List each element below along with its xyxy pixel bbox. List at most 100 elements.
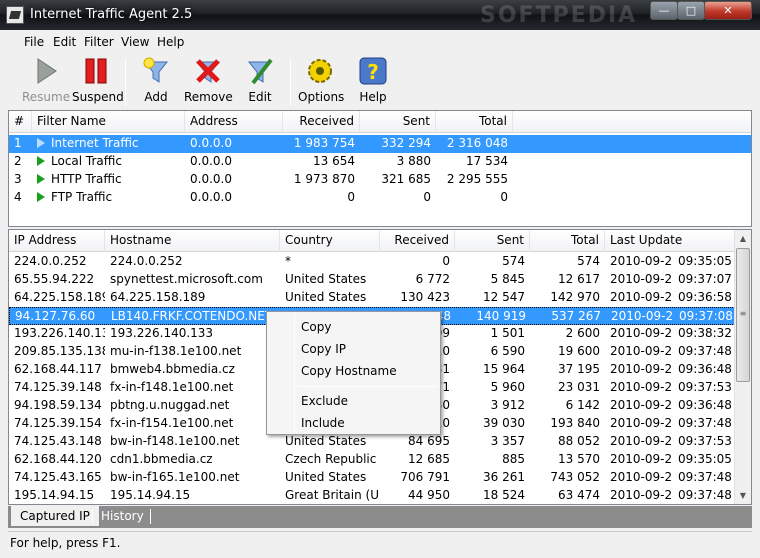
filter-row[interactable]: 2 Local Traffic 0.0.0.0 13 654 3 880 17 534 xyxy=(9,153,751,171)
maximize-button[interactable]: □ xyxy=(677,1,705,20)
ip-cell: LB140.FRKF.COTENDO.NET xyxy=(111,309,273,323)
ip-row[interactable]: 195.14.94.15 195.14.94.15 Great Britain (U… xyxy=(9,487,735,505)
funnel-remove-icon xyxy=(193,56,223,86)
col-address[interactable]: Address xyxy=(185,111,283,133)
ctx-include[interactable]: Include xyxy=(301,416,345,430)
ip-row[interactable]: 74.125.43.165 bw-in-f165.1e100.net United … xyxy=(9,469,735,487)
ip-cell: 209.85.135.138 xyxy=(14,344,105,358)
filter-cell: 2 xyxy=(14,154,22,168)
maximize-icon: □ xyxy=(685,4,697,17)
ip-cell: 36 261 xyxy=(483,470,525,484)
scroll-thumb[interactable]: ≡ xyxy=(736,248,750,382)
filter-cell: FTP Traffic xyxy=(51,190,113,204)
ip-cell: 5 960 xyxy=(490,380,525,394)
menu-view[interactable]: View xyxy=(121,35,149,49)
ip-cell: bmweb4.bbmedia.cz xyxy=(110,362,235,376)
suspend-label: Suspend xyxy=(72,90,124,104)
ip-row[interactable]: 74.125.43.148 bw-in-f148.1e100.net United … xyxy=(9,433,735,451)
filter-row[interactable]: 1 Internet Traffic 0.0.0.0 1 983 754 332 294… xyxy=(9,135,751,153)
menu-file[interactable]: File xyxy=(24,35,44,49)
menu-filter[interactable]: Filter xyxy=(84,35,114,49)
col-received[interactable]: Received xyxy=(380,230,455,252)
play-icon xyxy=(37,138,45,148)
ip-cell: 2010-09-21 xyxy=(610,470,673,484)
remove-label: Remove xyxy=(184,90,233,104)
ip-cell: 65.55.94.222 xyxy=(14,272,95,286)
filter-row[interactable]: 3 HTTP Traffic 0.0.0.0 1 973 870 321 685 2 29… xyxy=(9,171,751,189)
ip-cell: pbtng.u.nuggad.net xyxy=(110,398,230,412)
filter-row[interactable]: 4 FTP Traffic 0.0.0.0 0 0 0 xyxy=(9,189,751,207)
remove-button[interactable]: Remove xyxy=(184,56,233,108)
scroll-up-icon[interactable]: ▲ xyxy=(735,230,751,247)
title-bar[interactable]: Internet Traffic Agent 2.5 SOFTPEDIA — □… xyxy=(0,0,760,30)
context-menu: Copy Copy IP Copy Hostname Exclude Inclu… xyxy=(266,311,441,435)
ip-cell: 74.125.39.148 xyxy=(14,380,102,394)
options-button[interactable]: Options xyxy=(298,56,345,108)
help-button[interactable]: ? Help xyxy=(355,56,391,108)
menu-help[interactable]: Help xyxy=(157,35,184,49)
ctx-exclude[interactable]: Exclude xyxy=(301,394,348,408)
filter-cell: 0.0.0.0 xyxy=(190,154,232,168)
col-last-update[interactable]: Last Update xyxy=(605,230,735,252)
options-label: Options xyxy=(298,90,345,104)
play-icon xyxy=(37,174,45,184)
filter-cell: Internet Traffic xyxy=(51,136,139,150)
col-filter-name[interactable]: Filter Name xyxy=(32,111,185,133)
suspend-button[interactable]: Suspend xyxy=(72,56,124,108)
col-ip-address[interactable]: IP Address xyxy=(9,230,105,252)
add-label: Add xyxy=(144,90,168,104)
ctx-copy-hostname[interactable]: Copy Hostname xyxy=(301,364,397,378)
ip-cell: Great Britain (UK) xyxy=(285,488,380,502)
ip-cell: 37 195 xyxy=(558,362,600,376)
status-text: For help, press F1. xyxy=(10,536,121,550)
ip-row[interactable]: 224.0.0.252 224.0.0.252 * 0 574 574 2010-09-21… xyxy=(9,253,735,271)
ip-row[interactable]: 64.225.158.189 64.225.158.189 United State… xyxy=(9,289,735,307)
pause-icon xyxy=(81,56,111,86)
add-button[interactable]: Add xyxy=(136,56,176,108)
ctx-copy-ip[interactable]: Copy IP xyxy=(301,342,346,356)
menu-edit[interactable]: Edit xyxy=(53,35,76,49)
ip-cell: 2 600 xyxy=(565,326,600,340)
col-received[interactable]: Received xyxy=(283,111,360,133)
col-sent[interactable]: Sent xyxy=(455,230,530,252)
col-total[interactable]: Total xyxy=(530,230,605,252)
resume-button[interactable]: Resume xyxy=(22,56,70,108)
svg-text:?: ? xyxy=(367,60,379,84)
minimize-button[interactable]: — xyxy=(650,1,678,20)
ip-cell: 39 030 xyxy=(483,416,525,430)
ip-cell: 15 964 xyxy=(483,362,525,376)
filter-cell: 3 880 xyxy=(396,154,431,168)
vertical-scrollbar[interactable]: ▲ ≡ ▼ xyxy=(734,230,751,504)
col-country[interactable]: Country xyxy=(280,230,380,252)
ip-cell: 195.14.94.15 xyxy=(110,488,191,502)
edit-button[interactable]: Edit xyxy=(242,56,278,108)
ip-cell: United States xyxy=(285,272,367,286)
ip-cell: 224.0.0.252 xyxy=(110,254,183,268)
scroll-down-icon[interactable]: ▼ xyxy=(735,487,751,504)
ip-row[interactable]: 65.55.94.222 spynettest.microsoft.com Unit… xyxy=(9,271,735,289)
close-button[interactable]: ✕ xyxy=(704,1,752,20)
ip-cell: 2010-09-21 xyxy=(610,488,673,502)
filter-cell: 1 xyxy=(14,136,22,150)
app-icon xyxy=(6,6,24,24)
ip-row[interactable]: 62.168.44.120 cdn1.bbmedia.cz Czech Republ… xyxy=(9,451,735,469)
col-sent[interactable]: Sent xyxy=(360,111,436,133)
col-total[interactable]: Total xyxy=(436,111,513,133)
ip-cell: 574 xyxy=(577,254,600,268)
ip-cell: 2010-09-21 xyxy=(610,254,673,268)
col-number[interactable]: # xyxy=(9,111,32,133)
tab-history[interactable]: History xyxy=(92,506,153,527)
ip-cell: mu-in-f138.1e100.net xyxy=(110,344,242,358)
ip-cell: 64.225.158.189 xyxy=(110,290,206,304)
toolbar: Resume Suspend Add Remove Edit Options ?… xyxy=(8,54,752,109)
filter-list[interactable]: # Filter Name Address Received Sent Tota… xyxy=(8,110,752,227)
ctx-copy[interactable]: Copy xyxy=(301,320,331,334)
ip-cell: 09:36:58 xyxy=(678,290,732,304)
ip-cell: 130 423 xyxy=(400,290,450,304)
filter-cell: 1 973 870 xyxy=(293,172,355,186)
play-icon xyxy=(37,192,45,202)
tab-captured-ip[interactable]: Captured IP xyxy=(10,506,100,527)
ip-cell: 12 617 xyxy=(558,272,600,286)
ip-cell: 2010-09-21 xyxy=(610,452,673,466)
col-hostname[interactable]: Hostname xyxy=(105,230,280,252)
